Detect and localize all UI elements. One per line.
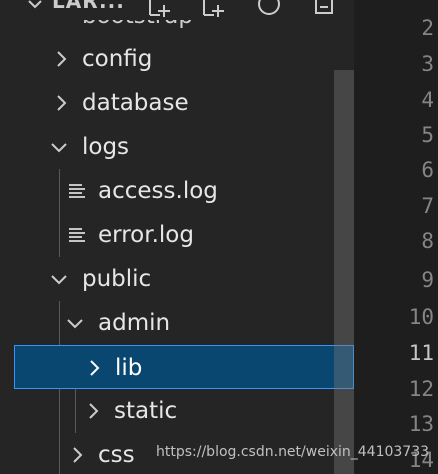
file-lines-icon — [66, 213, 88, 257]
line-number: 2 — [421, 16, 434, 40]
line-number: 4 — [421, 88, 434, 112]
explorer-scrollbar[interactable] — [334, 70, 354, 474]
file-lines-icon — [66, 169, 88, 213]
new-folder-icon[interactable] — [196, 0, 230, 20]
chevron-right-icon — [82, 389, 104, 433]
tree-item-label: database — [82, 90, 189, 116]
tree-item-label: admin — [98, 310, 171, 336]
tree-item-label: access.log — [98, 178, 218, 204]
tree-item-access-log[interactable]: access.log — [0, 169, 354, 213]
line-number: 9 — [421, 268, 434, 292]
line-number: 13 — [408, 412, 434, 436]
line-number-active: 11 — [408, 341, 434, 365]
chevron-right-icon — [50, 81, 72, 125]
explorer-sidebar: bootstrap LAR... c — [0, 0, 354, 474]
line-number: 5 — [421, 123, 434, 147]
tree-item-error-log[interactable]: error.log — [0, 213, 354, 257]
tree-item-label: logs — [82, 134, 130, 160]
tree-item-label: css — [98, 442, 135, 468]
tree-item-lib[interactable]: lib — [14, 345, 354, 389]
editor-gutter: 2 3 4 5 6 7 8 9 10 11 12 13 14 — [354, 0, 438, 474]
chevron-down-icon — [48, 125, 70, 169]
line-number: 6 — [421, 158, 434, 182]
line-number: 8 — [421, 229, 434, 253]
vscode-window: bootstrap LAR... c — [0, 0, 438, 474]
chevron-right-icon — [66, 433, 88, 474]
chevron-right-icon — [83, 346, 105, 390]
tree-item-database[interactable]: database — [0, 81, 354, 125]
tree-item-config[interactable]: config — [0, 37, 354, 81]
tree-item-label: lib — [115, 355, 143, 381]
tree-item-public[interactable]: public — [0, 257, 354, 301]
new-file-icon[interactable] — [142, 0, 176, 20]
chevron-down-icon — [64, 301, 86, 345]
line-number: 3 — [421, 52, 434, 76]
explorer-header: LAR... — [0, 0, 354, 20]
tree-item-label: config — [82, 46, 153, 72]
tree-item-label: static — [114, 398, 178, 424]
tree-item-label: error.log — [98, 222, 194, 248]
line-number: 10 — [408, 305, 434, 329]
line-number: 12 — [408, 377, 434, 401]
watermark-text: https://blog.csdn.net/weixin_44103733 — [156, 444, 430, 460]
chevron-down-icon[interactable] — [22, 0, 48, 20]
tree-item-admin[interactable]: admin — [0, 301, 354, 345]
tree-item-static[interactable]: static — [0, 389, 354, 433]
chevron-right-icon — [50, 37, 72, 81]
workspace-title[interactable]: LAR... — [52, 0, 125, 13]
refresh-icon[interactable] — [252, 0, 286, 20]
chevron-down-icon — [48, 257, 70, 301]
line-number: 7 — [421, 194, 434, 218]
tree-item-logs[interactable]: logs — [0, 125, 354, 169]
tree-item-label: public — [82, 266, 152, 292]
collapse-all-icon[interactable] — [306, 0, 340, 20]
